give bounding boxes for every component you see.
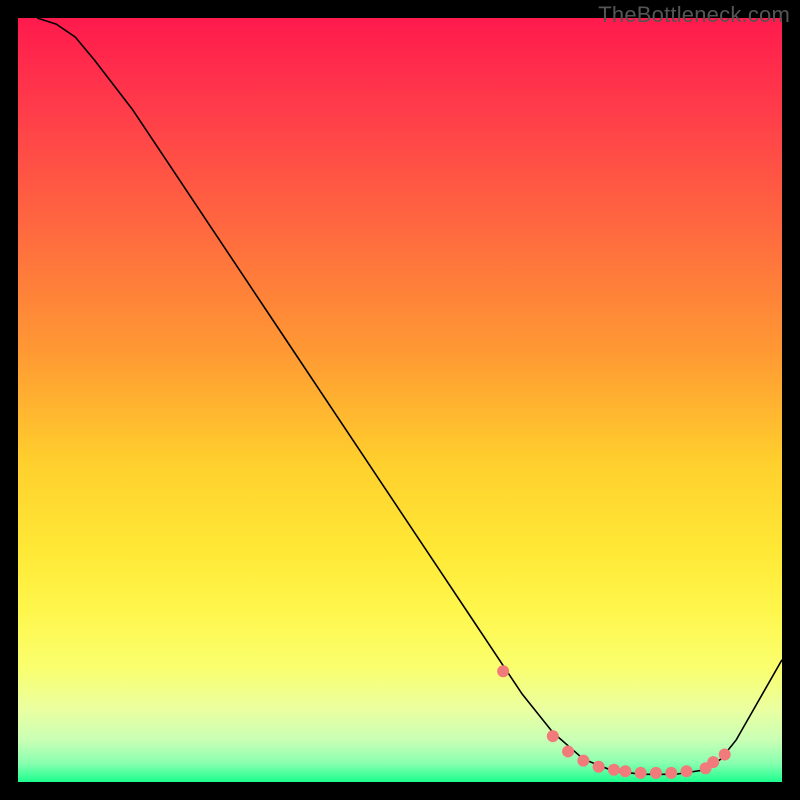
- marker-dot: [635, 767, 647, 779]
- gradient-background: [18, 18, 782, 782]
- marker-dot: [650, 767, 662, 779]
- marker-dot: [719, 749, 731, 761]
- marker-dot: [707, 756, 719, 768]
- marker-dot: [681, 765, 693, 777]
- marker-dot: [593, 761, 605, 773]
- marker-dot: [665, 767, 677, 779]
- marker-dot: [497, 665, 509, 677]
- marker-dot: [577, 755, 589, 767]
- chart-canvas: [18, 18, 782, 782]
- marker-dot: [619, 765, 631, 777]
- marker-dot: [608, 764, 620, 776]
- chart-frame: TheBottleneck.com: [0, 0, 800, 800]
- marker-dot: [562, 745, 574, 757]
- plot-area: [18, 18, 782, 782]
- watermark-text: TheBottleneck.com: [598, 2, 790, 28]
- marker-dot: [547, 730, 559, 742]
